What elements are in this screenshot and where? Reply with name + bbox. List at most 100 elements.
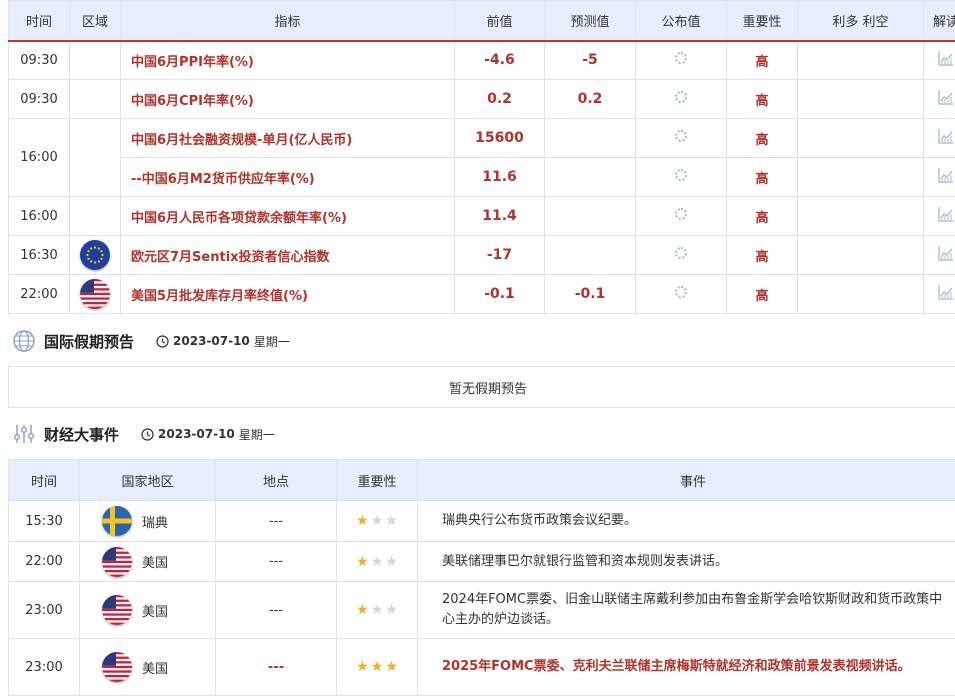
chart-analysis-icon[interactable] [937,49,955,67]
economic-calendar-table: 时间 区域 指标 前值 预测值 公布值 重要性 利多 利空 解读 09:30 中… [8,0,955,314]
table-row[interactable]: 16:00 中国6月人民币各项贷款余额年率(%) 11.4 高 [8,196,955,236]
row-forecast: 0.2 [544,79,636,119]
row-time: 09:30 [8,40,70,80]
ev-location: --- [215,541,337,582]
events-section-title: 财经大事件 [44,425,120,444]
row-actual [635,235,727,275]
globe-icon [13,330,35,352]
row-time: 16:30 [8,235,70,275]
row-indicator[interactable]: 中国6月CPI年率(%) [120,79,455,119]
chart-analysis-icon[interactable] [937,88,955,106]
table-row[interactable]: 23:00 美国 --- ★ ★ ★ 2024年FOMC票委、旧金山联储主席戴利参加… [8,581,955,639]
holiday-date-value: 2023-07-10 [173,334,250,348]
table-row[interactable]: 16:00 中国6月社会融资规模-单月(亿人民币) 15600 高 [8,118,955,197]
sweden-flag-icon [102,506,132,536]
ev-country: 美国 [79,541,216,582]
row-importance: 高 [726,118,798,158]
ev-col-event: 事件 [417,459,955,501]
col-importance: 重要性 [726,0,798,41]
ev-importance: ★ ★ ★ [336,581,418,639]
star-empty-icon: ★ [370,602,384,618]
holiday-section-header: 国际假期预告 2023-07-10 星期一 [12,329,290,353]
ev-importance: ★ ★ ★ [336,500,418,542]
row-impact [797,40,924,80]
row-impact [797,196,924,236]
ev-country-name: 美国 [142,604,169,620]
loading-spinner-icon [675,169,687,181]
row-importance: 高 [726,40,798,80]
events-section-header: 财经大事件 2023-07-10 星期一 [12,422,275,446]
loading-spinner-icon [675,208,687,220]
loading-spinner-icon [675,247,687,259]
ev-col-location: 地点 [215,459,337,501]
events-header-row: 时间 国家地区 地点 重要性 事件 [8,459,955,501]
col-region: 区域 [69,0,121,41]
star-empty-icon: ★ [370,513,384,529]
chart-analysis-icon[interactable] [937,244,955,262]
star-empty-icon: ★ [385,513,398,529]
row-analysis[interactable] [923,196,955,236]
row-region [69,79,121,119]
ev-description: 2025年FOMC票委、克利夫兰联储主席梅斯特就经济和政策前景发表视频讲话。 [417,638,955,696]
row-prev: 11.4 [454,196,545,236]
row-prev: 0.2 [454,79,545,119]
table-row[interactable]: 23:00 美国 --- ★ ★ ★ 2025年FOMC票委、克利夫兰联储主席梅斯特… [8,638,955,696]
row-time: 16:00 [8,118,70,197]
row-indicator[interactable]: 欧元区7月Sentix投资者信心指数 [120,235,455,275]
row-time: 09:30 [8,79,70,119]
row-indicator[interactable]: 美国5月批发库存月率终值(%) [120,274,455,314]
ev-description: 瑞典央行公布货币政策会议纪要。 [417,500,955,542]
table-row[interactable]: 16:30 欧元区7月Sentix投资者信心指数 -17 高 [8,235,955,275]
table-row[interactable]: 09:30 中国6月CPI年率(%) 0.2 0.2 高 [8,79,955,119]
star-empty-icon: ★ [385,553,398,570]
chart-analysis-icon[interactable] [937,205,955,223]
row-indicator[interactable]: 中国6月人民币各项贷款余额年率(%) [120,196,455,236]
chart-analysis-icon[interactable] [937,166,955,184]
holiday-weekday: 星期一 [253,334,290,349]
ev-description: 2024年FOMC票委、旧金山联储主席戴利参加由布鲁金斯学会哈钦斯财政和货币政策… [417,581,955,639]
row-impact [797,118,924,158]
sliders-icon [14,425,35,443]
row-indicator[interactable]: 中国6月PPI年率(%) [120,40,455,80]
row-actual [635,196,727,236]
row-prev: -0.1 [454,274,545,314]
row-indicator[interactable]: 中国6月社会融资规模-单月(亿人民币) [120,118,455,158]
clock-icon [156,334,169,348]
row-analysis[interactable] [923,235,955,275]
row-prev: 15600 [454,118,545,158]
row-impact [797,157,924,197]
table-row[interactable]: --中国6月M2货币供应年率(%) 11.6 高 [9,157,955,197]
col-indicator: 指标 [120,0,455,41]
clock-icon [141,427,154,441]
chart-analysis-icon[interactable] [937,127,955,145]
ev-time: 23:00 [8,581,80,639]
table-row[interactable]: 22:00 美国 --- ★ ★ ★ 美联储理事巴尔就银行监管和资本规则发表讲话。 [8,541,955,582]
star-filled-icon: ★ [356,602,369,618]
row-indicator[interactable]: --中国6月M2货币供应年率(%) [120,157,455,197]
row-analysis[interactable] [923,79,955,119]
row-actual [635,118,727,158]
ev-importance: ★ ★ ★ [336,638,418,696]
table-row[interactable]: 15:30 瑞典 --- ★ ★ ★ 瑞典央行公布货币政策会议纪要。 [8,500,955,542]
row-region [69,235,121,275]
ev-location: --- [215,638,337,696]
row-analysis[interactable] [923,40,955,80]
loading-spinner-icon [675,286,687,298]
row-analysis[interactable] [923,157,955,197]
ev-country-name: 瑞典 [142,515,169,531]
col-time: 时间 [8,0,70,41]
ev-col-time: 时间 [8,459,80,501]
row-forecast [544,118,636,158]
row-region [69,118,121,197]
row-forecast [544,157,636,197]
row-importance: 高 [726,235,798,275]
holiday-date: 2023-07-10 星期一 [156,333,290,350]
row-analysis[interactable] [923,118,955,158]
table-row[interactable]: 09:30 中国6月PPI年率(%) -4.6 -5 高 [8,40,955,80]
row-importance: 高 [726,79,798,119]
row-analysis[interactable] [923,274,955,314]
chart-analysis-icon[interactable] [937,283,955,301]
row-importance: 高 [726,274,798,314]
row-impact [797,274,924,314]
table-row[interactable]: 22:00 美国5月批发库存月率终值(%) -0.1 -0.1 高 [8,274,955,314]
